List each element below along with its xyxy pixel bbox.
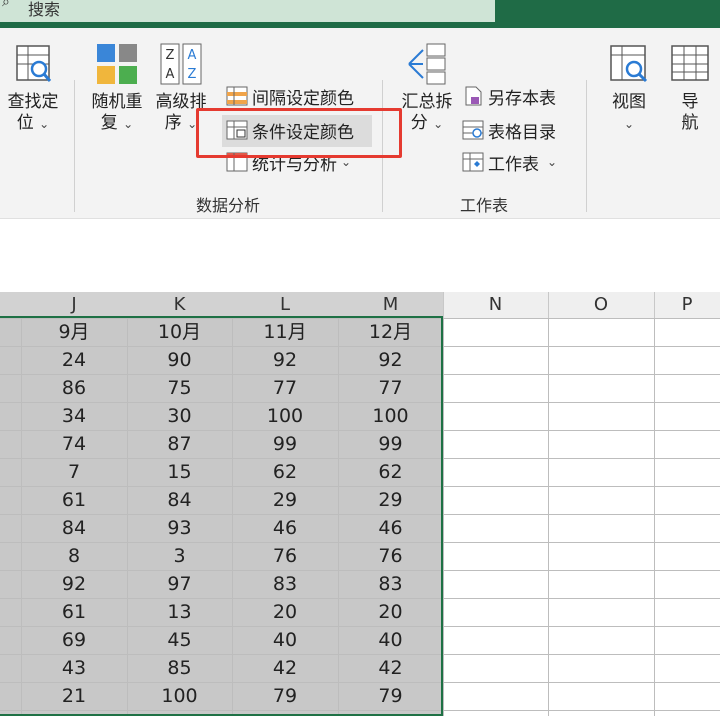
find-locate-button[interactable]: 查找定 位 ⌄ [2, 45, 64, 135]
separator [586, 80, 587, 212]
column-header-l[interactable]: L [232, 292, 339, 318]
worksheet-icon [462, 152, 484, 172]
random-repeat-button[interactable]: 随机重 复 ⌄ [86, 44, 148, 135]
find-locate-icon [16, 45, 52, 82]
sort-az-icon: Z A A Z [160, 43, 202, 85]
view-icon [610, 45, 648, 83]
interval-color-button[interactable]: 间隔设定颜色 [226, 82, 354, 110]
column-header-bar: J K L M N O P [0, 292, 720, 319]
group-label-worksheet: 工作表 [459, 196, 508, 215]
column-header-m[interactable]: M [338, 292, 444, 318]
search-icon: ⌕ [2, 0, 10, 10]
column-header-n[interactable]: N [443, 292, 549, 318]
column-header-i[interactable] [0, 292, 22, 318]
navigation-icon [671, 45, 709, 81]
summary-split-icon [408, 43, 446, 85]
selection-border [0, 316, 443, 716]
chevron-down-icon: ⌄ [39, 117, 50, 131]
navigation-button[interactable]: 导 航 [664, 45, 716, 134]
svg-text:Z: Z [166, 48, 175, 63]
summary-split-button[interactable]: 汇总拆 分 ⌄ [396, 43, 458, 135]
view-button[interactable]: 视图 ⌄ [600, 45, 658, 135]
save-as-icon [465, 86, 482, 106]
color-grid-icon [97, 44, 137, 84]
search-box[interactable]: ⌕ 搜索 [0, 0, 495, 22]
column-header-k[interactable]: K [127, 292, 233, 318]
column-header-o[interactable]: O [548, 292, 655, 318]
formula-bar[interactable] [0, 218, 720, 275]
grid-line-vertical [654, 318, 655, 716]
grid-line-vertical [548, 318, 549, 716]
search-label: 搜索 [28, 0, 61, 19]
svg-text:A: A [188, 48, 197, 63]
column-header-j[interactable]: J [21, 292, 128, 318]
svg-text:Z: Z [188, 67, 197, 82]
interval-color-icon [226, 86, 248, 106]
chevron-down-icon: ⌄ [433, 117, 444, 131]
table-toc-icon [462, 120, 484, 140]
group-label-data-analysis: 数据分析 [195, 196, 260, 215]
chevron-down-icon: ⌄ [623, 117, 635, 131]
table-toc-button[interactable]: 表格目录 [462, 116, 556, 144]
save-as-sheet-button[interactable]: 另存本表 [462, 82, 556, 110]
separator [74, 80, 75, 212]
chevron-down-icon: ⌄ [123, 117, 134, 131]
svg-text:A: A [166, 67, 175, 82]
column-header-p[interactable]: P [654, 292, 720, 318]
chevron-down-icon: ⌄ [547, 155, 558, 169]
highlight-box [196, 108, 402, 158]
worksheet-button[interactable]: 工作表 ⌄ [462, 148, 557, 176]
grid-line-vertical [443, 318, 444, 716]
